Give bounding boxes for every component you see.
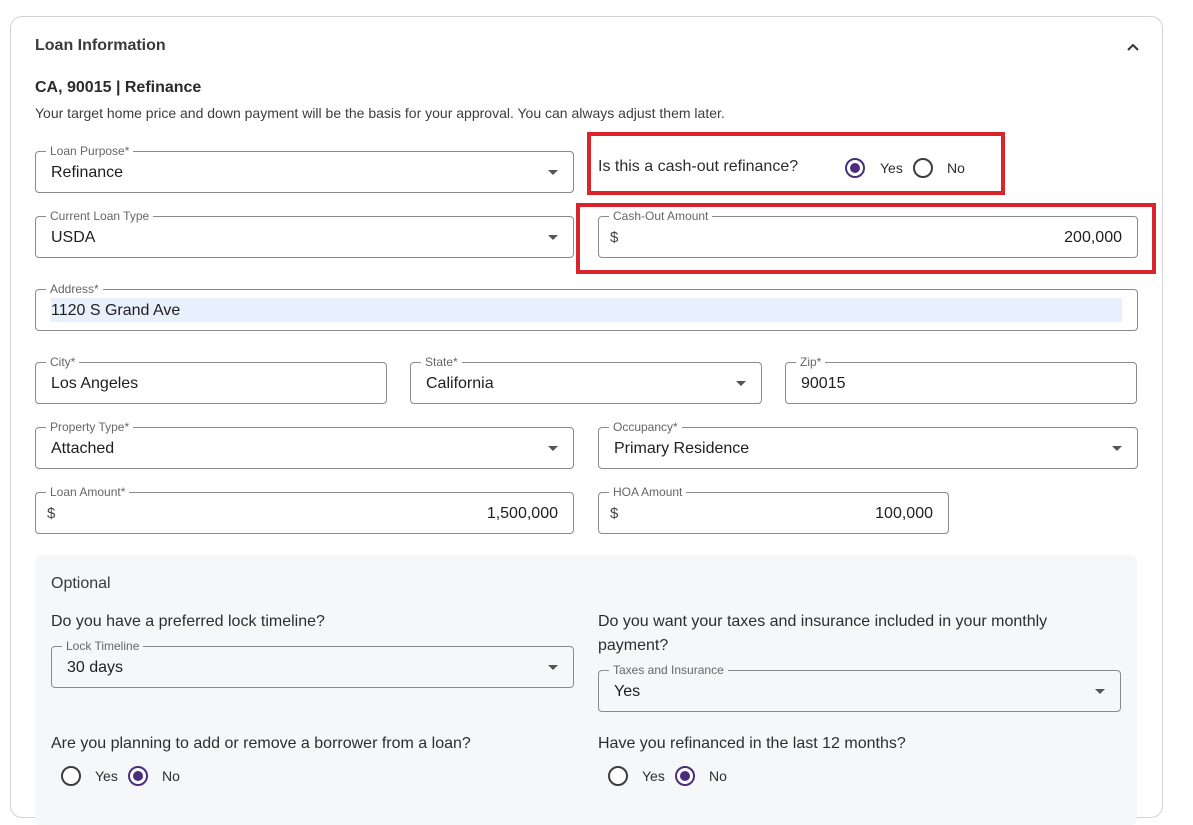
- hoa-amount-value: 100,000: [875, 505, 933, 522]
- state-value: California: [426, 375, 494, 392]
- property-type-label: Property Type*: [46, 420, 134, 434]
- hoa-amount-input[interactable]: HOA Amount $ 100,000: [598, 485, 949, 534]
- dropdown-arrow-icon: [736, 381, 746, 386]
- loan-information-card: Loan Information CA, 90015 | Refinance Y…: [10, 16, 1163, 825]
- dropdown-arrow-icon: [548, 446, 558, 451]
- cash-out-amount-input[interactable]: Cash-Out Amount $ 200,000: [598, 209, 1138, 258]
- occupancy-select[interactable]: Occupancy* Primary Residence: [598, 420, 1138, 469]
- zip-input[interactable]: Zip* 90015: [785, 355, 1137, 404]
- cash-out-yes-radio[interactable]: [845, 158, 865, 178]
- loan-amount-value: 1,500,000: [486, 505, 558, 522]
- dropdown-arrow-icon: [548, 170, 558, 175]
- address-label: Address*: [46, 282, 103, 296]
- dropdown-arrow-icon: [548, 235, 558, 240]
- borrower-no-radio[interactable]: [128, 766, 148, 786]
- refinanced-no-label: No: [709, 768, 727, 784]
- optional-section: Optional Do you have a preferred lock ti…: [35, 555, 1137, 825]
- cash-out-yes-label: Yes: [880, 160, 903, 176]
- zip-value: 90015: [801, 375, 846, 392]
- loan-amount-input[interactable]: Loan Amount* $ 1,500,000: [35, 485, 574, 534]
- refinanced-no-radio[interactable]: [675, 766, 695, 786]
- currency-prefix: $: [610, 229, 619, 246]
- borrower-yes-radio[interactable]: [61, 766, 81, 786]
- borrower-change-question: Are you planning to add or remove a borr…: [51, 735, 471, 752]
- hoa-amount-label: HOA Amount: [609, 485, 687, 499]
- city-label: City*: [46, 355, 80, 369]
- borrower-yes-label: Yes: [95, 768, 118, 784]
- dropdown-arrow-icon: [1095, 689, 1105, 694]
- chevron-up-icon[interactable]: [1125, 39, 1141, 55]
- location-summary: CA, 90015 | Refinance: [35, 79, 202, 96]
- city-value: Los Angeles: [51, 375, 139, 392]
- property-type-value: Attached: [51, 440, 115, 457]
- refinanced-yes-label: Yes: [642, 768, 665, 784]
- loan-purpose-label: Loan Purpose*: [46, 144, 134, 158]
- cash-out-question: Is this a cash-out refinance?: [598, 158, 799, 175]
- loan-purpose-select[interactable]: Loan Purpose* Refinance: [35, 144, 574, 193]
- refinanced-yes-radio[interactable]: [608, 766, 628, 786]
- loan-amount-label: Loan Amount*: [46, 485, 130, 499]
- cash-out-no-label: No: [947, 160, 965, 176]
- occupancy-label: Occupancy*: [609, 420, 682, 434]
- property-type-select[interactable]: Property Type* Attached: [35, 420, 574, 469]
- loan-purpose-value: Refinance: [51, 164, 124, 181]
- address-value: 1120 S Grand Ave: [51, 302, 181, 319]
- current-loan-type-value: USDA: [51, 229, 96, 246]
- dropdown-arrow-icon: [1112, 446, 1122, 451]
- cash-out-no-radio[interactable]: [913, 158, 933, 178]
- cash-out-amount-value: 200,000: [1064, 229, 1122, 246]
- section-title: Loan Information: [35, 37, 166, 54]
- lock-timeline-select[interactable]: Lock Timeline 30 days: [51, 639, 574, 688]
- section-description: Your target home price and down payment …: [35, 105, 725, 121]
- lock-timeline-value: 30 days: [67, 659, 124, 676]
- lock-timeline-question: Do you have a preferred lock timeline?: [51, 613, 325, 630]
- taxes-insurance-question: Do you want your taxes and insurance inc…: [598, 613, 1048, 654]
- cash-out-amount-label: Cash-Out Amount: [609, 209, 713, 223]
- city-input[interactable]: City* Los Angeles: [35, 355, 387, 404]
- dropdown-arrow-icon: [548, 665, 558, 670]
- autofill-highlight: [51, 298, 1122, 322]
- refinanced-question: Have you refinanced in the last 12 month…: [598, 735, 906, 752]
- address-input[interactable]: Address* 1120 S Grand Ave: [35, 282, 1138, 331]
- optional-title: Optional: [51, 575, 111, 592]
- currency-prefix: $: [47, 505, 56, 522]
- current-loan-type-select[interactable]: Current Loan Type USDA: [35, 209, 574, 258]
- occupancy-value: Primary Residence: [614, 440, 750, 457]
- lock-timeline-label: Lock Timeline: [62, 639, 144, 653]
- taxes-insurance-value: Yes: [614, 683, 641, 700]
- state-select[interactable]: State* California: [410, 355, 762, 404]
- taxes-insurance-select[interactable]: Taxes and Insurance Yes: [598, 663, 1121, 712]
- zip-label: Zip*: [796, 355, 826, 369]
- borrower-no-label: No: [162, 768, 180, 784]
- state-label: State*: [421, 355, 462, 369]
- current-loan-type-label: Current Loan Type: [46, 209, 154, 223]
- taxes-insurance-label: Taxes and Insurance: [609, 663, 728, 677]
- currency-prefix: $: [610, 505, 619, 522]
